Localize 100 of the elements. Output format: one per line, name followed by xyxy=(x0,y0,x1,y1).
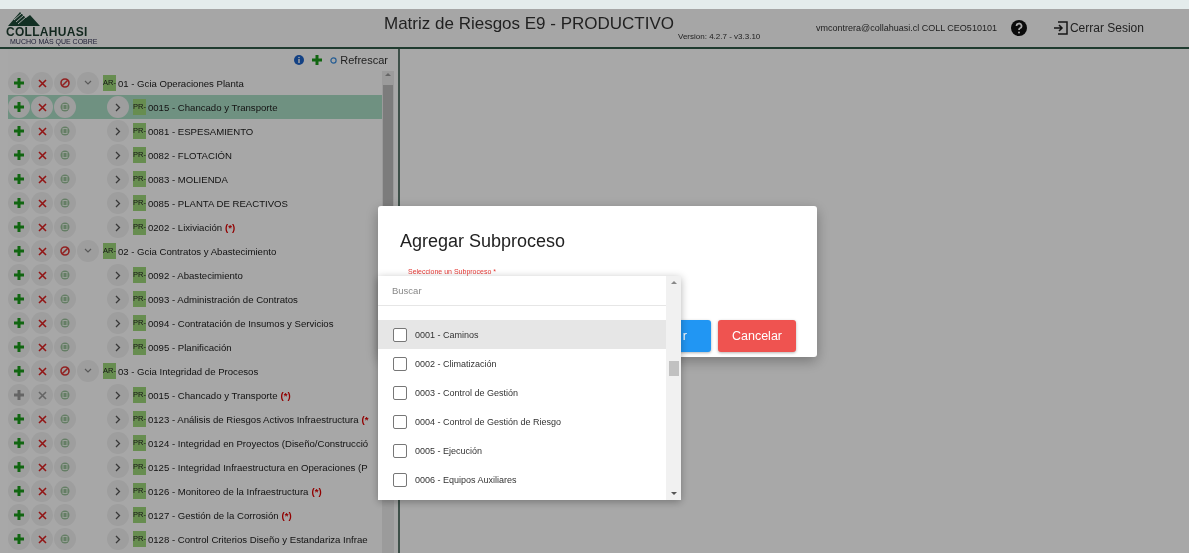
add-icon[interactable] xyxy=(8,192,30,214)
copy-icon[interactable] xyxy=(54,336,76,358)
copy-icon[interactable] xyxy=(54,528,76,550)
copy-icon[interactable] xyxy=(54,456,76,478)
copy-icon[interactable] xyxy=(54,192,76,214)
delete-icon[interactable] xyxy=(31,288,53,310)
add-icon[interactable] xyxy=(8,360,30,382)
delete-icon[interactable] xyxy=(31,528,53,550)
dropdown-option[interactable]: 0004 - Control de Gestión de Riesgo xyxy=(378,407,666,436)
chevron-right-icon[interactable] xyxy=(107,144,129,166)
tree-node-label[interactable]: 0082 - FLOTACIÓN xyxy=(147,149,232,161)
delete-icon[interactable] xyxy=(31,168,53,190)
chevron-right-icon[interactable] xyxy=(107,216,129,238)
chevron-right-icon[interactable] xyxy=(107,504,129,526)
scrollbar[interactable] xyxy=(666,276,681,500)
copy-icon[interactable] xyxy=(54,288,76,310)
tree-node-label[interactable]: 0095 - Planificación xyxy=(147,341,232,353)
delete-icon[interactable] xyxy=(31,480,53,502)
scroll-down-icon[interactable] xyxy=(669,491,678,496)
dropdown-option[interactable]: 0003 - Control de Gestión xyxy=(378,378,666,407)
scroll-up-icon[interactable] xyxy=(669,280,678,285)
tree-node-label[interactable]: 01 - Gcia Operaciones Planta xyxy=(117,77,244,89)
refresh-button[interactable]: Refrescar xyxy=(330,54,388,66)
tree-node-label[interactable]: 0092 - Abastecimiento xyxy=(147,269,243,281)
checkbox[interactable] xyxy=(393,385,407,400)
chevron-right-icon[interactable] xyxy=(107,480,129,502)
add-icon[interactable] xyxy=(8,504,30,526)
tree-node-label[interactable]: 0123 - Análisis de Riesgos Activos Infraestructura xyxy=(147,413,359,425)
chevron-down-icon[interactable] xyxy=(77,240,99,262)
chevron-right-icon[interactable] xyxy=(107,432,129,454)
tree-node-label[interactable]: 0127 - Gestión de la Corrosión xyxy=(147,509,279,521)
delete-icon[interactable] xyxy=(31,504,53,526)
tree-node-label[interactable]: 0081 - ESPESAMIENTO xyxy=(147,125,254,137)
tree-node-label[interactable]: 02 - Gcia Contratos y Abastecimiento xyxy=(117,245,277,257)
chevron-right-icon[interactable] xyxy=(107,96,129,118)
dropdown-option[interactable]: 0005 - Ejecución xyxy=(378,436,666,465)
tree-node-label[interactable]: 0202 - Lixiviación xyxy=(147,221,223,233)
add-icon[interactable] xyxy=(8,336,30,358)
search-field[interactable]: Buscar xyxy=(378,276,666,306)
tree-node-label[interactable]: 03 - Gcia Integridad de Procesos xyxy=(117,365,259,377)
block-icon[interactable] xyxy=(54,240,76,262)
chevron-right-icon[interactable] xyxy=(107,120,129,142)
copy-icon[interactable] xyxy=(54,120,76,142)
logout-button[interactable]: Cerrar Sesion xyxy=(1052,21,1144,35)
copy-icon[interactable] xyxy=(54,96,76,118)
chevron-right-icon[interactable] xyxy=(107,168,129,190)
tree-node-label[interactable]: 0083 - MOLIENDA xyxy=(147,173,228,185)
chevron-right-icon[interactable] xyxy=(107,408,129,430)
block-icon[interactable] xyxy=(54,72,76,94)
add-icon[interactable] xyxy=(8,264,30,286)
copy-icon[interactable] xyxy=(54,168,76,190)
checkbox[interactable] xyxy=(393,443,407,458)
checkbox[interactable] xyxy=(393,327,407,342)
dropdown-option[interactable]: 0001 - Caminos xyxy=(378,320,666,349)
add-icon[interactable] xyxy=(8,120,30,142)
copy-icon[interactable] xyxy=(54,408,76,430)
tree-node-label[interactable]: 0015 - Chancado y Transporte xyxy=(147,101,278,113)
copy-icon[interactable] xyxy=(54,312,76,334)
chevron-right-icon[interactable] xyxy=(107,336,129,358)
delete-icon[interactable] xyxy=(31,96,53,118)
delete-icon[interactable] xyxy=(31,456,53,478)
delete-icon[interactable] xyxy=(31,408,53,430)
add-icon[interactable] xyxy=(8,216,30,238)
add-icon[interactable] xyxy=(8,528,30,550)
copy-icon[interactable] xyxy=(54,432,76,454)
add-icon[interactable] xyxy=(312,55,323,65)
info-icon[interactable] xyxy=(294,55,305,65)
add-icon[interactable] xyxy=(8,144,30,166)
checkbox[interactable] xyxy=(393,356,407,371)
delete-icon[interactable] xyxy=(31,120,53,142)
scrollbar-thumb[interactable] xyxy=(668,360,679,376)
checkbox[interactable] xyxy=(393,414,407,429)
tree-node-label[interactable]: 0125 - Integridad Infraestructura en Operaciones (P xyxy=(147,461,368,473)
add-icon[interactable] xyxy=(8,480,30,502)
tree-node-label[interactable]: 0094 - Contratación de Insumos y Servicios xyxy=(147,317,334,329)
scroll-up-icon[interactable] xyxy=(384,71,392,77)
delete-icon[interactable] xyxy=(31,432,53,454)
add-icon[interactable] xyxy=(8,96,30,118)
copy-icon[interactable] xyxy=(54,504,76,526)
delete-icon[interactable] xyxy=(31,264,53,286)
delete-icon[interactable] xyxy=(31,240,53,262)
checkbox[interactable] xyxy=(393,472,407,487)
delete-icon[interactable] xyxy=(31,336,53,358)
add-icon[interactable] xyxy=(8,408,30,430)
dropdown-option[interactable]: 0006 - Equipos Auxiliares xyxy=(378,465,666,494)
chevron-right-icon[interactable] xyxy=(107,264,129,286)
add-icon[interactable] xyxy=(8,168,30,190)
chevron-down-icon[interactable] xyxy=(77,360,99,382)
tree-node-label[interactable]: 0085 - PLANTA DE REACTIVOS xyxy=(147,197,288,209)
tree-node-label[interactable]: 0124 - Integridad en Proyectos (Diseño/Construcció xyxy=(147,437,369,449)
add-icon[interactable] xyxy=(8,432,30,454)
add-icon[interactable] xyxy=(8,72,30,94)
chevron-right-icon[interactable] xyxy=(107,192,129,214)
copy-icon[interactable] xyxy=(54,264,76,286)
delete-icon[interactable] xyxy=(31,216,53,238)
delete-icon[interactable] xyxy=(31,192,53,214)
chevron-right-icon[interactable] xyxy=(107,456,129,478)
chevron-right-icon[interactable] xyxy=(107,312,129,334)
copy-icon[interactable] xyxy=(54,144,76,166)
chevron-right-icon[interactable] xyxy=(107,528,129,550)
